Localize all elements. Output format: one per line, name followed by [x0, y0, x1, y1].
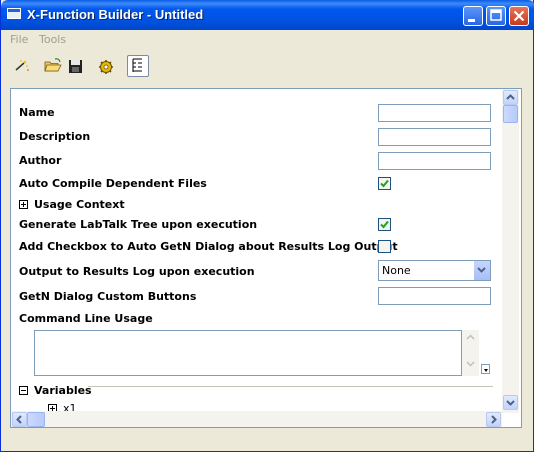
description-field[interactable]	[378, 128, 491, 146]
command-line-label: Command Line Usage	[19, 312, 153, 325]
description-label: Description	[19, 130, 91, 143]
save-button[interactable]	[65, 55, 87, 77]
auto-compile-checkbox[interactable]	[378, 177, 391, 190]
checkmark-icon	[380, 220, 389, 229]
scroll-up-button[interactable]	[503, 90, 518, 105]
settings-gear-icon	[99, 60, 113, 74]
close-icon	[513, 10, 525, 22]
menu-bar: File Tools	[1, 30, 533, 49]
chevron-left-icon	[16, 415, 22, 424]
usage-context-expand-icon[interactable]	[19, 200, 28, 209]
scroll-down-icon	[466, 361, 475, 367]
getn-buttons-field[interactable]	[378, 287, 491, 305]
menu-tools[interactable]: Tools	[39, 33, 66, 46]
horizontal-scrollbar[interactable]	[11, 411, 502, 427]
command-line-box	[34, 330, 490, 376]
horizontal-scroll-thumb[interactable]	[27, 412, 45, 427]
variables-collapse-icon[interactable]	[19, 386, 28, 395]
open-folder-icon	[44, 58, 62, 72]
scroll-left-button[interactable]	[12, 412, 27, 427]
chevron-up-icon	[506, 94, 515, 100]
name-label: Name	[19, 106, 55, 119]
textarea-expand-button[interactable]	[481, 364, 490, 374]
name-field[interactable]	[378, 104, 491, 122]
labtalk-tree-label: Generate LabTalk Tree upon execution	[19, 218, 258, 231]
minimize-button[interactable]	[463, 6, 483, 26]
add-checkbox-checkbox[interactable]	[378, 240, 391, 253]
scroll-up-icon	[466, 334, 475, 340]
menu-file[interactable]: File	[10, 33, 28, 46]
toolbar	[1, 51, 533, 83]
getn-buttons-label: GetN Dialog Custom Buttons	[19, 290, 197, 303]
variables-separator	[88, 386, 493, 387]
dropdown-button[interactable]	[473, 261, 490, 280]
chevron-down-icon	[506, 400, 515, 406]
output-log-select[interactable]: None	[378, 260, 491, 281]
checkmark-icon	[380, 179, 389, 188]
title-bar[interactable]: X-Function Builder - Untitled	[1, 0, 534, 30]
maximize-button[interactable]	[486, 6, 506, 26]
xfunction-builder-window: X-Function Builder - Untitled File Tools	[0, 0, 534, 452]
chevron-right-icon	[491, 415, 497, 424]
settings-button[interactable]	[95, 55, 117, 77]
output-log-value: None	[382, 264, 411, 277]
labtalk-tree-checkbox[interactable]	[378, 218, 391, 231]
window-title: X-Function Builder - Untitled	[27, 7, 204, 22]
auto-compile-label: Auto Compile Dependent Files	[19, 177, 207, 190]
close-button[interactable]	[509, 6, 529, 26]
chevron-down-icon	[477, 267, 486, 273]
property-tree-panel: Name Description Author Auto Compile Dep…	[10, 88, 522, 428]
command-line-textarea[interactable]	[34, 330, 462, 376]
maximize-icon	[490, 9, 502, 21]
tree-view-button[interactable]	[127, 55, 149, 77]
minimize-icon	[468, 19, 475, 22]
add-checkbox-label: Add Checkbox to Auto GetN Dialog about R…	[19, 240, 398, 253]
output-log-label: Output to Results Log upon execution	[19, 265, 255, 278]
open-button[interactable]	[42, 55, 64, 77]
scroll-down-button[interactable]	[503, 395, 518, 410]
author-label: Author	[19, 154, 62, 167]
vertical-scroll-thumb[interactable]	[503, 105, 518, 123]
variables-label[interactable]: Variables	[34, 384, 92, 397]
scroll-right-button[interactable]	[486, 412, 501, 427]
new-button[interactable]	[11, 55, 33, 77]
new-wand-icon	[15, 60, 29, 71]
app-window-icon	[7, 8, 21, 19]
usage-context-label[interactable]: Usage Context	[34, 198, 125, 211]
save-disk-icon	[69, 60, 82, 73]
tree-view-icon	[132, 58, 142, 72]
command-line-scrollbar[interactable]	[462, 330, 479, 376]
author-field[interactable]	[378, 152, 491, 170]
vertical-scrollbar[interactable]	[502, 89, 519, 413]
